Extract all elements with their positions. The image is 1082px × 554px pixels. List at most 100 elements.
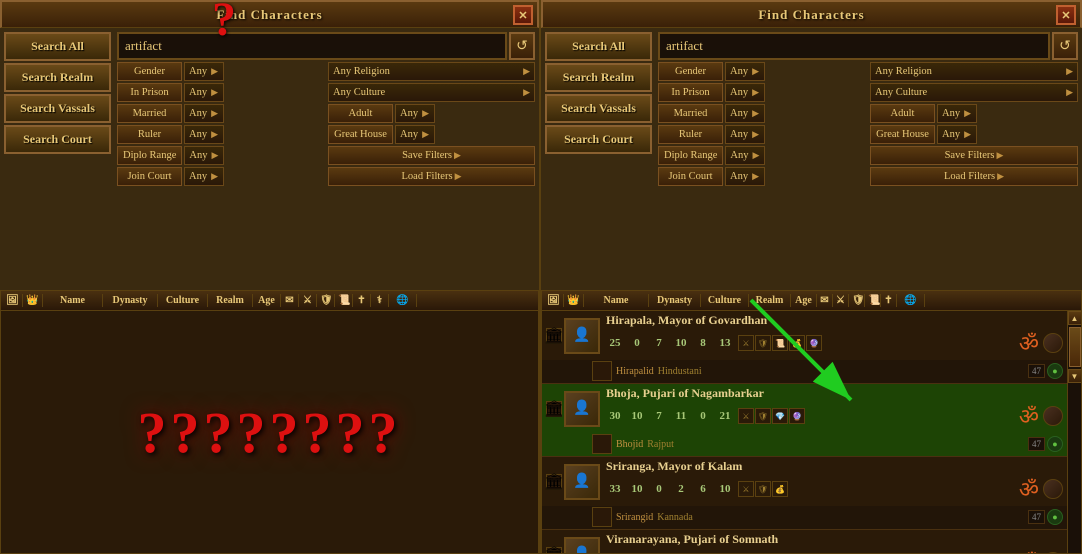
left-filter-culture-dropdown[interactable]: Any Culture▶ [328, 83, 535, 102]
result-row-2[interactable]: 🏛 👤 Sriranga, Mayor of Kalam 33 10 0 2 6… [542, 457, 1067, 530]
left-col-icon6: ⚕ [371, 294, 389, 307]
right-search-submit-button[interactable]: ↺ [1052, 32, 1078, 60]
left-filter-adult-dropdown[interactable]: Any▶ [395, 104, 435, 123]
right-search-input[interactable] [658, 32, 1050, 60]
right-filter-prison: In Prison Any▶ [658, 83, 866, 102]
left-search-vassals-button[interactable]: Search Vassals [4, 94, 111, 123]
scroll-up-button[interactable]: ▲ [1068, 311, 1082, 325]
result-dynasty-name-1: Bhojid [616, 439, 643, 450]
result-main-3[interactable]: 🏛 👤 Viranarayana, Pujari of Somnath 34 1… [542, 530, 1067, 553]
result-level-0: 47 [1028, 364, 1045, 378]
left-filter-greathouse-dropdown[interactable]: Any▶ [395, 125, 435, 144]
right-col-icon4: 📜 [865, 294, 881, 307]
left-filter-religion-dropdown[interactable]: Any Religion▶ [328, 62, 535, 81]
right-scrollbar[interactable]: ▲ ▼ [1067, 311, 1081, 553]
right-filter-culture-dropdown[interactable]: Any Culture▶ [870, 83, 1078, 102]
result-avatar-3: 👤 [564, 537, 600, 554]
result-religion-0: ॐ [1019, 328, 1039, 358]
right-panel-content: Search All Search Realm Search Vassals S… [541, 28, 1082, 290]
result-dynasty-name-2: Srirangid [616, 512, 653, 523]
left-filter-prison-dropdown[interactable]: Any▶ [184, 83, 224, 102]
result-portrait-small-2 [1043, 479, 1063, 499]
right-filters-col: ↺ Gender Any▶ Any Religion▶ In Prison An… [656, 28, 1082, 290]
result-name-2: Sriranga, Mayor of Kalam [606, 459, 1063, 474]
left-search-all-button[interactable]: Search All [4, 32, 111, 61]
left-col-realm: Realm [208, 294, 253, 307]
right-search-row: ↺ [658, 32, 1078, 60]
left-save-filters-button[interactable]: Save Filters▶ [328, 146, 535, 165]
right-filter-prison-dropdown[interactable]: Any▶ [725, 83, 765, 102]
result-age-0: 25 [606, 337, 624, 349]
result-status-icon-2: ● [1047, 509, 1063, 525]
left-filter-prison: In Prison Any▶ [117, 83, 324, 102]
left-col-icon4: 📜 [335, 294, 353, 307]
result-rank-icon-1: 🏛 [546, 401, 562, 417]
result-culture-name-1: Rajput [647, 439, 674, 450]
result-avatar-1: 👤 [564, 391, 600, 427]
right-search-court-button[interactable]: Search Court [545, 125, 652, 154]
right-filter-row-5: Diplo Range Any▶ Save Filters▶ [658, 146, 1078, 165]
right-filter-married-dropdown[interactable]: Any▶ [725, 104, 765, 123]
left-filter-row-5: Diplo Range Any▶ Save Filters▶ [117, 146, 535, 165]
left-filter-diplorange-dropdown[interactable]: Any▶ [184, 146, 224, 165]
result-main-0[interactable]: 🏛 👤 Hirapala, Mayor of Govardhan 25 0 7 … [542, 311, 1067, 360]
left-filter-row-1: Gender Any▶ Any Religion▶ [117, 62, 535, 81]
right-filter-joincourt-dropdown[interactable]: Any▶ [725, 167, 765, 186]
result-row-0[interactable]: 🏛 👤 Hirapala, Mayor of Govardhan 25 0 7 … [542, 311, 1067, 384]
left-load-filters-button[interactable]: Load Filters▶ [328, 167, 535, 186]
left-filter-ruler-dropdown[interactable]: Any▶ [184, 125, 224, 144]
right-filter-religion-dropdown[interactable]: Any Religion▶ [870, 62, 1078, 81]
right-filter-adult-dropdown[interactable]: Any▶ [937, 104, 977, 123]
right-results-list: 🏛 👤 Hirapala, Mayor of Govardhan 25 0 7 … [542, 311, 1067, 553]
scroll-down-button[interactable]: ▼ [1068, 369, 1082, 383]
result-dynasty-icon-0 [592, 361, 612, 381]
result-dynasty-icon-2 [592, 507, 612, 527]
trait-2-0: ⚔ [738, 481, 754, 497]
right-search-realm-button[interactable]: Search Realm [545, 63, 652, 92]
right-close-button[interactable]: ✕ [1056, 5, 1076, 25]
result-main-1[interactable]: 🏛 👤 Bhoja, Pujari of Nagambarkar 30 10 7… [542, 384, 1067, 433]
result-portrait-small-1 [1043, 406, 1063, 426]
left-filter-ruler: Ruler Any▶ [117, 125, 324, 144]
left-close-button[interactable]: ✕ [513, 5, 533, 25]
result-main-2[interactable]: 🏛 👤 Sriranga, Mayor of Kalam 33 10 0 2 6… [542, 457, 1067, 506]
result-name-1: Bhoja, Pujari of Nagambarkar [606, 386, 1063, 401]
right-filter-gender-dropdown[interactable]: Any▶ [725, 62, 765, 81]
left-filter-row-4: Ruler Any▶ Great House Any▶ [117, 125, 535, 144]
left-filter-religion: Any Religion▶ [328, 62, 535, 81]
left-search-court-button[interactable]: Search Court [4, 125, 111, 154]
left-col-rank: 👑 [23, 294, 43, 307]
left-filter-joincourt-dropdown[interactable]: Any▶ [184, 167, 224, 186]
left-filter-gender-dropdown[interactable]: Any▶ [184, 62, 224, 81]
result-row-1[interactable]: 🏛 👤 Bhoja, Pujari of Nagambarkar 30 10 7… [542, 384, 1067, 457]
right-column-headers: 🖼 👑 Name Dynasty Culture Realm Age ✉ ⚔ 🛡… [542, 291, 1081, 311]
trait-0-4: 🔮 [806, 335, 822, 351]
result-sub-0: Hirapalid Hindustani 47 ● [542, 360, 1067, 383]
left-filters-col: ↺ Gender Any▶ Any Religion▶ In Prison An… [115, 28, 539, 290]
right-filter-row-6: Join Court Any▶ Load Filters▶ [658, 167, 1078, 186]
left-filter-married-dropdown[interactable]: Any▶ [184, 104, 224, 123]
left-search-submit-button[interactable]: ↺ [509, 32, 535, 60]
left-search-input[interactable] [117, 32, 507, 60]
right-filter-ruler-dropdown[interactable]: Any▶ [725, 125, 765, 144]
right-col-realm: Realm [749, 294, 791, 307]
right-filter-joincourt-label: Join Court [658, 167, 723, 186]
right-filter-greathouse-dropdown[interactable]: Any▶ [937, 125, 977, 144]
left-col-icon7: 🌐 [389, 294, 417, 307]
result-level-1: 47 [1028, 437, 1045, 451]
left-search-realm-button[interactable]: Search Realm [4, 63, 111, 92]
right-load-filters-button[interactable]: Load Filters▶ [870, 167, 1078, 186]
scroll-thumb[interactable] [1069, 327, 1081, 367]
left-filter-gender: Gender Any▶ [117, 62, 324, 81]
right-col-icon5: ✝ [881, 294, 897, 307]
left-filter-gender-label: Gender [117, 62, 182, 81]
right-save-filters-button[interactable]: Save Filters▶ [870, 146, 1078, 165]
right-search-all-button[interactable]: Search All [545, 32, 652, 61]
result-row-3[interactable]: 🏛 👤 Viranarayana, Pujari of Somnath 34 1… [542, 530, 1067, 553]
result-sub-1: Bhojid Rajput 47 ● [542, 433, 1067, 456]
right-filter-diplorange-dropdown[interactable]: Any▶ [725, 146, 765, 165]
left-col-portrait: 🖼 [3, 294, 23, 307]
right-search-vassals-button[interactable]: Search Vassals [545, 94, 652, 123]
left-filter-prison-label: In Prison [117, 83, 182, 102]
right-title-bar: Find Characters ✕ [541, 0, 1082, 28]
